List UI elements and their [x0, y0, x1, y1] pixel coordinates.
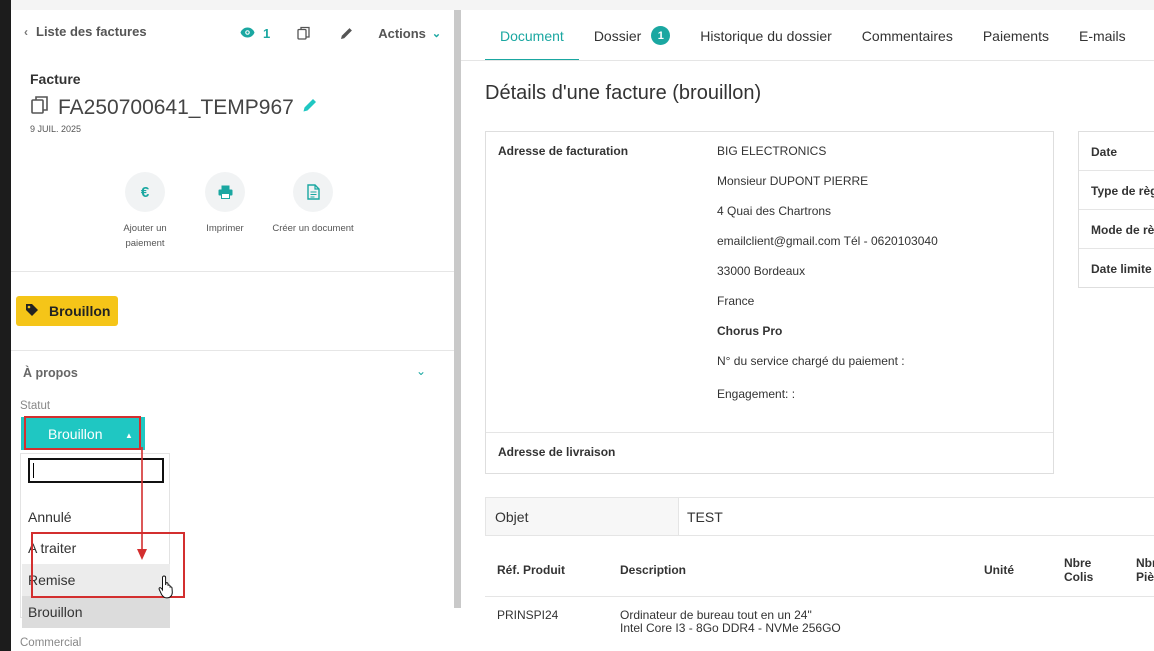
billing-line: emailclient@gmail.com Tél - 0620103040 — [717, 234, 938, 248]
add-payment-label: Ajouter un paiement — [123, 223, 167, 249]
status-option[interactable]: Annulé — [22, 501, 170, 533]
subject-value: TEST — [687, 508, 723, 525]
create-document-button[interactable]: Créer un document — [263, 172, 363, 236]
status-option-selected[interactable]: Brouillon — [22, 596, 170, 628]
tab-comments[interactable]: Commentaires — [847, 10, 968, 61]
document-number: FA250700641_TEMP967 — [58, 95, 294, 119]
info-label: Type de règ — [1079, 171, 1154, 210]
billing-line: N° du service chargé du paiement : — [717, 354, 905, 368]
document-icon — [293, 172, 333, 212]
document-number-row: FA250700641_TEMP967 — [30, 95, 318, 120]
duplicate-button[interactable] — [294, 24, 314, 42]
tag-icon — [25, 303, 39, 320]
print-button[interactable]: Imprimer — [175, 172, 275, 236]
actions-label: Actions — [378, 25, 426, 41]
sidebar-scrollbar[interactable] — [454, 10, 461, 608]
chevron-down-icon: ⌄ — [431, 27, 442, 40]
table-header-divider — [485, 596, 1154, 597]
actions-menu-button[interactable]: Actions ⌄ — [378, 26, 441, 41]
commercial-label: Commercial — [20, 637, 82, 649]
tab-document[interactable]: Document — [485, 10, 579, 61]
status-dropdown: Annulé A traiter Remise Brouillon — [20, 453, 170, 628]
status-option[interactable]: A traiter — [22, 532, 170, 564]
euro-icon: € — [125, 172, 165, 212]
info-label: Date — [1079, 132, 1154, 171]
caret-up-icon: ▲ — [125, 431, 133, 440]
column-header-description: Description — [620, 563, 687, 577]
document-date: 9 JUIL. 2025 — [30, 124, 82, 134]
billing-line: Engagement: : — [717, 387, 796, 401]
pencil-icon — [340, 27, 352, 39]
create-document-label: Créer un document — [272, 223, 354, 234]
billing-line: France — [717, 294, 755, 308]
copy-number-icon[interactable] — [30, 95, 50, 120]
tab-emails[interactable]: E-mails — [1064, 10, 1141, 61]
views-count: 1 — [263, 25, 271, 41]
info-label: Mode de rè — [1079, 210, 1154, 249]
billing-address-label: Adresse de facturation — [498, 144, 629, 158]
address-panel: Adresse de facturation BIG ELECTRONICS M… — [485, 131, 1054, 474]
status-option-hovered[interactable]: Remise — [22, 564, 170, 596]
back-link-label: Liste des factures — [36, 24, 147, 39]
page-title: Détails d'une facture (brouillon) — [485, 82, 762, 104]
dossier-count-badge: 1 — [651, 26, 671, 45]
info-label: Date limite — [1091, 262, 1152, 276]
tabs-divider — [461, 60, 1154, 61]
billing-line: BIG ELECTRONICS — [717, 144, 827, 158]
subject-row: Objet TEST — [485, 497, 1154, 536]
document-tabs: Document Dossier 1 Historique du dossier… — [485, 10, 1141, 61]
column-header-ref: Réf. Produit — [497, 563, 565, 577]
shipping-address-label: Adresse de livraison — [498, 445, 616, 459]
status-select-value: Brouillon — [48, 425, 103, 442]
edit-number-pencil-icon[interactable] — [302, 97, 318, 118]
tab-history[interactable]: Historique du dossier — [685, 10, 847, 61]
sidebar-toolbar: 1 Actions ⌄ — [240, 24, 441, 42]
billing-line: 33000 Bordeaux — [717, 264, 806, 278]
printer-icon — [205, 172, 245, 212]
about-section-title: À propos — [23, 366, 78, 380]
column-header-unit: Unité — [984, 563, 1014, 577]
document-type: Facture — [30, 71, 81, 87]
column-header-packages: Nbre Colis — [1064, 556, 1094, 584]
status-select[interactable]: Brouillon ▲ — [21, 417, 145, 450]
chevron-down-icon[interactable]: ⌄ — [416, 364, 426, 378]
status-badge: Brouillon — [16, 296, 118, 326]
billing-line: 4 Quai des Chartrons — [717, 204, 832, 218]
tab-payments[interactable]: Paiements — [968, 10, 1064, 61]
column-header-pieces: NbrPiè — [1136, 556, 1154, 584]
address-divider — [486, 432, 1053, 433]
sidebar-divider — [11, 350, 454, 351]
billing-line: Monsieur DUPONT PIERRE — [717, 174, 869, 188]
status-label: Statut — [20, 400, 51, 412]
subject-label: Objet — [486, 498, 679, 535]
row-description: Ordinateur de bureau tout en un 24" Intel… — [620, 608, 841, 635]
text-cursor — [33, 463, 34, 478]
edit-button[interactable] — [336, 24, 356, 42]
row-ref: PRINSPI24 — [497, 608, 559, 622]
copy-icon — [297, 26, 310, 40]
app-left-strip — [0, 0, 11, 651]
sidebar-divider — [11, 271, 454, 272]
top-bar — [11, 0, 1154, 10]
eye-icon — [240, 25, 255, 41]
dropdown-search-input[interactable] — [28, 458, 164, 483]
chorus-pro-heading: Chorus Pro — [717, 324, 783, 338]
print-label: Imprimer — [206, 223, 244, 234]
chevron-left-icon: ‹ — [24, 24, 28, 39]
back-to-invoices-link[interactable]: ‹ Liste des factures — [24, 24, 147, 39]
status-badge-label: Brouillon — [49, 303, 111, 319]
tab-dossier[interactable]: Dossier 1 — [579, 10, 685, 61]
invoice-info-panel: Date Type de règ Mode de rè Date limite — [1078, 131, 1154, 288]
